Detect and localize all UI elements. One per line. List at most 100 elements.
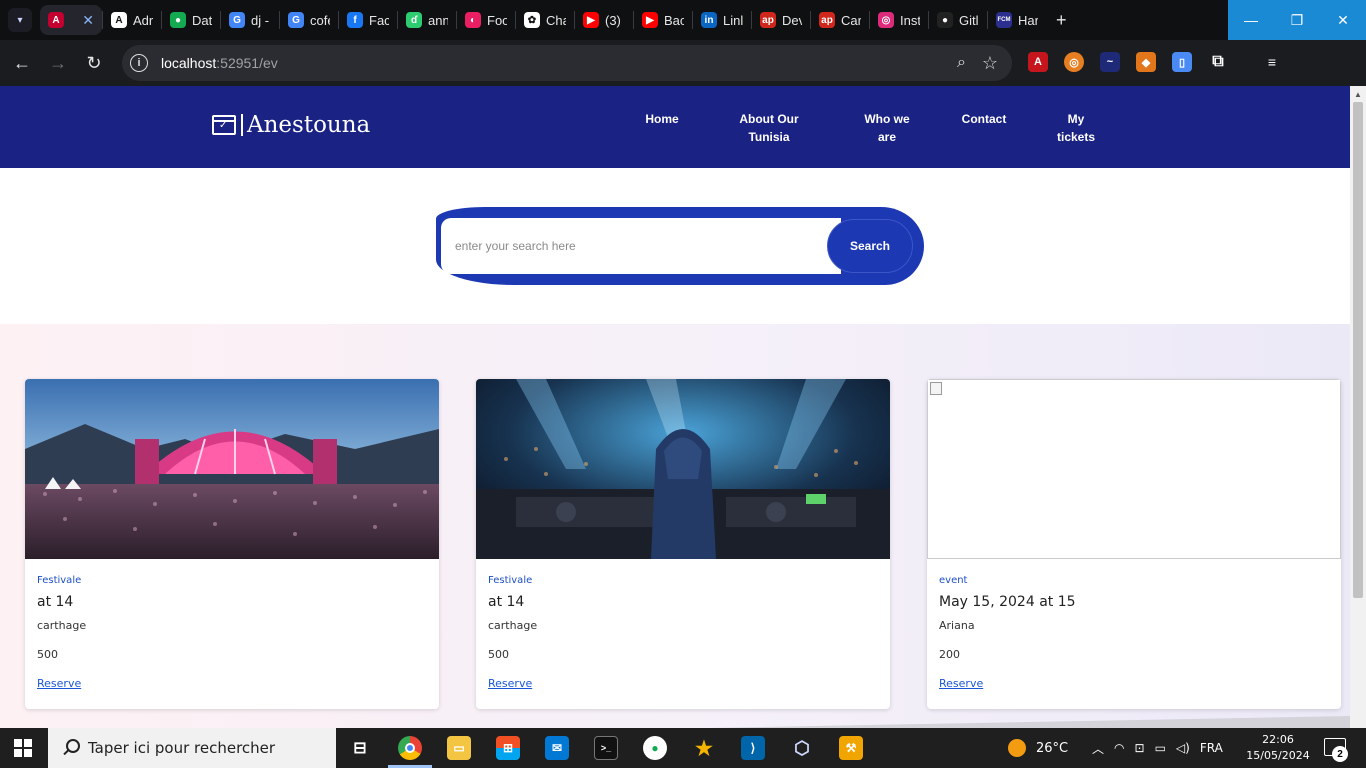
broken-image-icon xyxy=(930,382,942,395)
language-indicator[interactable]: FRA xyxy=(1200,741,1223,755)
terminal-icon[interactable]: >_ xyxy=(594,736,618,760)
back-button[interactable]: ← xyxy=(4,45,40,81)
extension-target-icon[interactable]: ◎ xyxy=(1064,52,1084,72)
event-card: Festivale at 14 carthage 500 Reserve xyxy=(476,379,890,709)
forward-button[interactable]: → xyxy=(40,45,76,81)
tab-title: Foo xyxy=(487,12,507,28)
browser-tab[interactable]: ▶ (3) xyxy=(575,5,633,35)
clock-date: 15/05/2024 xyxy=(1246,749,1310,762)
chrome-icon[interactable] xyxy=(398,736,422,760)
browser-tab[interactable]: ɗ ann xyxy=(398,5,456,35)
weather-widget[interactable]: 26°C xyxy=(1008,728,1068,768)
browser-tab[interactable]: Gcofe xyxy=(280,5,338,35)
browser-tab[interactable]: f Fac xyxy=(339,5,397,35)
tab-title: (3) xyxy=(605,12,621,28)
browser-tab[interactable]: ◐ Foo xyxy=(457,5,515,35)
browser-tab[interactable]: ● Gitl xyxy=(929,5,987,35)
reserve-link[interactable]: Reserve xyxy=(488,677,532,690)
github-icon: ● xyxy=(937,12,953,28)
scrollbar-thumb[interactable] xyxy=(1353,102,1363,598)
tab-active[interactable]: A ✕ xyxy=(40,5,102,35)
scroll-up-icon[interactable]: ▲ xyxy=(1354,90,1362,99)
site-info-icon[interactable]: i xyxy=(130,54,148,72)
file-explorer-icon[interactable]: ▭ xyxy=(447,736,471,760)
extensions-puzzle-icon[interactable]: ⧉ xyxy=(1208,52,1228,72)
event-image-festival xyxy=(25,379,439,559)
browser-tab[interactable]: A Adr xyxy=(103,5,161,35)
browser-tab[interactable]: ap Car xyxy=(811,5,869,35)
browser-tab[interactable]: ▶ Bac xyxy=(634,5,692,35)
url-text[interactable]: localhost:52951/ev xyxy=(161,55,278,71)
reserve-link[interactable]: Reserve xyxy=(939,677,983,690)
tab-title: Fac xyxy=(369,12,389,28)
browser-tab[interactable]: ◎ Inst xyxy=(870,5,928,35)
search-input[interactable] xyxy=(441,218,841,274)
reload-button[interactable]: ↻ xyxy=(76,45,112,81)
windows-taskbar: Taper ici pour rechercher ⊟ ▭ ⊞ ✉ >_ ● ★… xyxy=(0,728,1366,768)
browser-tab[interactable]: ● Dat xyxy=(162,5,220,35)
close-tab-icon[interactable]: ✕ xyxy=(82,12,94,29)
tray-chevron-icon[interactable]: ︿ xyxy=(1092,740,1104,757)
event-image-dj xyxy=(476,379,890,559)
browser-tab[interactable]: ✿ Cha xyxy=(516,5,574,35)
site-logo[interactable]: Anestouna xyxy=(212,112,370,138)
media-control-icon[interactable]: ≡ xyxy=(1262,52,1282,72)
windows-start-icon[interactable] xyxy=(14,739,32,757)
network-icon[interactable]: ◠ xyxy=(1114,741,1124,755)
app-tools-icon[interactable]: ⚒ xyxy=(839,736,863,760)
vscode-icon[interactable]: ⟩ xyxy=(741,736,765,760)
angular-icon: A xyxy=(111,12,127,28)
zoom-icon[interactable]: ⌕ xyxy=(957,54,966,72)
nav-who-we-are[interactable]: Who we are xyxy=(860,110,914,146)
facebook-icon: f xyxy=(347,12,363,28)
star-app-icon[interactable]: ★ xyxy=(692,736,716,760)
address-bar[interactable]: i localhost:52951/ev ⌕ ☆ xyxy=(122,45,1012,81)
page-scrollbar[interactable]: ▲ xyxy=(1350,86,1366,728)
adp-icon: ap xyxy=(819,12,835,28)
volume-icon[interactable]: ◁) xyxy=(1176,741,1190,755)
event-card: event May 15, 2024 at 15 Ariana 200 Rese… xyxy=(927,379,1341,709)
nav-my-tickets[interactable]: My tickets xyxy=(1054,110,1098,146)
browser-tab[interactable]: Gdj - xyxy=(221,5,279,35)
metamask-icon[interactable]: ◆ xyxy=(1136,52,1156,72)
instagram-icon: ◎ xyxy=(878,12,894,28)
reserve-link[interactable]: Reserve xyxy=(37,677,81,690)
mail-icon[interactable]: ✉ xyxy=(545,736,569,760)
bookmark-star-icon[interactable]: ☆ xyxy=(982,53,998,74)
search-button[interactable]: Search xyxy=(827,219,913,273)
tab-title: cofe xyxy=(310,12,330,28)
extension-wave-icon[interactable]: ~ xyxy=(1100,52,1120,72)
nav-home[interactable]: Home xyxy=(636,110,688,128)
browser-toolbar: ← → ↻ i localhost:52951/ev ⌕ ☆ A ◎ ~ ◆ ▯… xyxy=(0,40,1366,114)
nav-about-tunisia[interactable]: About Our Tunisia xyxy=(733,110,805,146)
extension-docs-icon[interactable]: ▯ xyxy=(1172,52,1192,72)
system-tray: ︿ ◠ ⊡ ▭ ◁) FRA xyxy=(1092,728,1223,768)
event-card-body: event May 15, 2024 at 15 Ariana 200 Rese… xyxy=(939,575,1329,692)
new-tab-button[interactable]: + xyxy=(1056,10,1067,31)
taskbar-search[interactable]: Taper ici pour rechercher xyxy=(48,728,336,768)
mongodb-compass-icon[interactable]: ● xyxy=(643,736,667,760)
tab-search-button[interactable]: ▾ xyxy=(8,8,32,32)
pdf-extension-icon[interactable]: A xyxy=(1028,52,1048,72)
taskbar-search-placeholder: Taper ici pour rechercher xyxy=(88,739,276,757)
browser-tab[interactable]: FCM Har xyxy=(988,5,1046,35)
tab-title: Linl xyxy=(723,12,743,28)
site-header: Anestouna Home About Our Tunisia Who we … xyxy=(0,86,1350,168)
tab-title: Har xyxy=(1018,12,1038,28)
browser-tab[interactable]: in Linl xyxy=(693,5,751,35)
logo-text: Anestouna xyxy=(247,112,371,138)
leaf-icon: ɗ xyxy=(406,12,422,28)
task-view-icon[interactable]: ⊟ xyxy=(348,736,372,760)
restore-button[interactable]: ❐ xyxy=(1274,0,1320,40)
browser-tab[interactable]: ap Dev xyxy=(752,5,810,35)
search-section: Search xyxy=(0,168,1350,324)
store-icon[interactable]: ⊞ xyxy=(496,736,520,760)
event-category: event xyxy=(939,575,968,586)
meet-icon[interactable]: ⊡ xyxy=(1135,741,1145,755)
battery-icon[interactable]: ▭ xyxy=(1155,741,1166,755)
virtualbox-icon[interactable]: ⬡ xyxy=(790,736,814,760)
minimize-button[interactable]: — xyxy=(1228,0,1274,40)
taskbar-clock[interactable]: 22:06 15/05/2024 xyxy=(1246,732,1310,764)
nav-contact[interactable]: Contact xyxy=(956,110,1012,128)
close-window-button[interactable]: ✕ xyxy=(1320,0,1366,40)
